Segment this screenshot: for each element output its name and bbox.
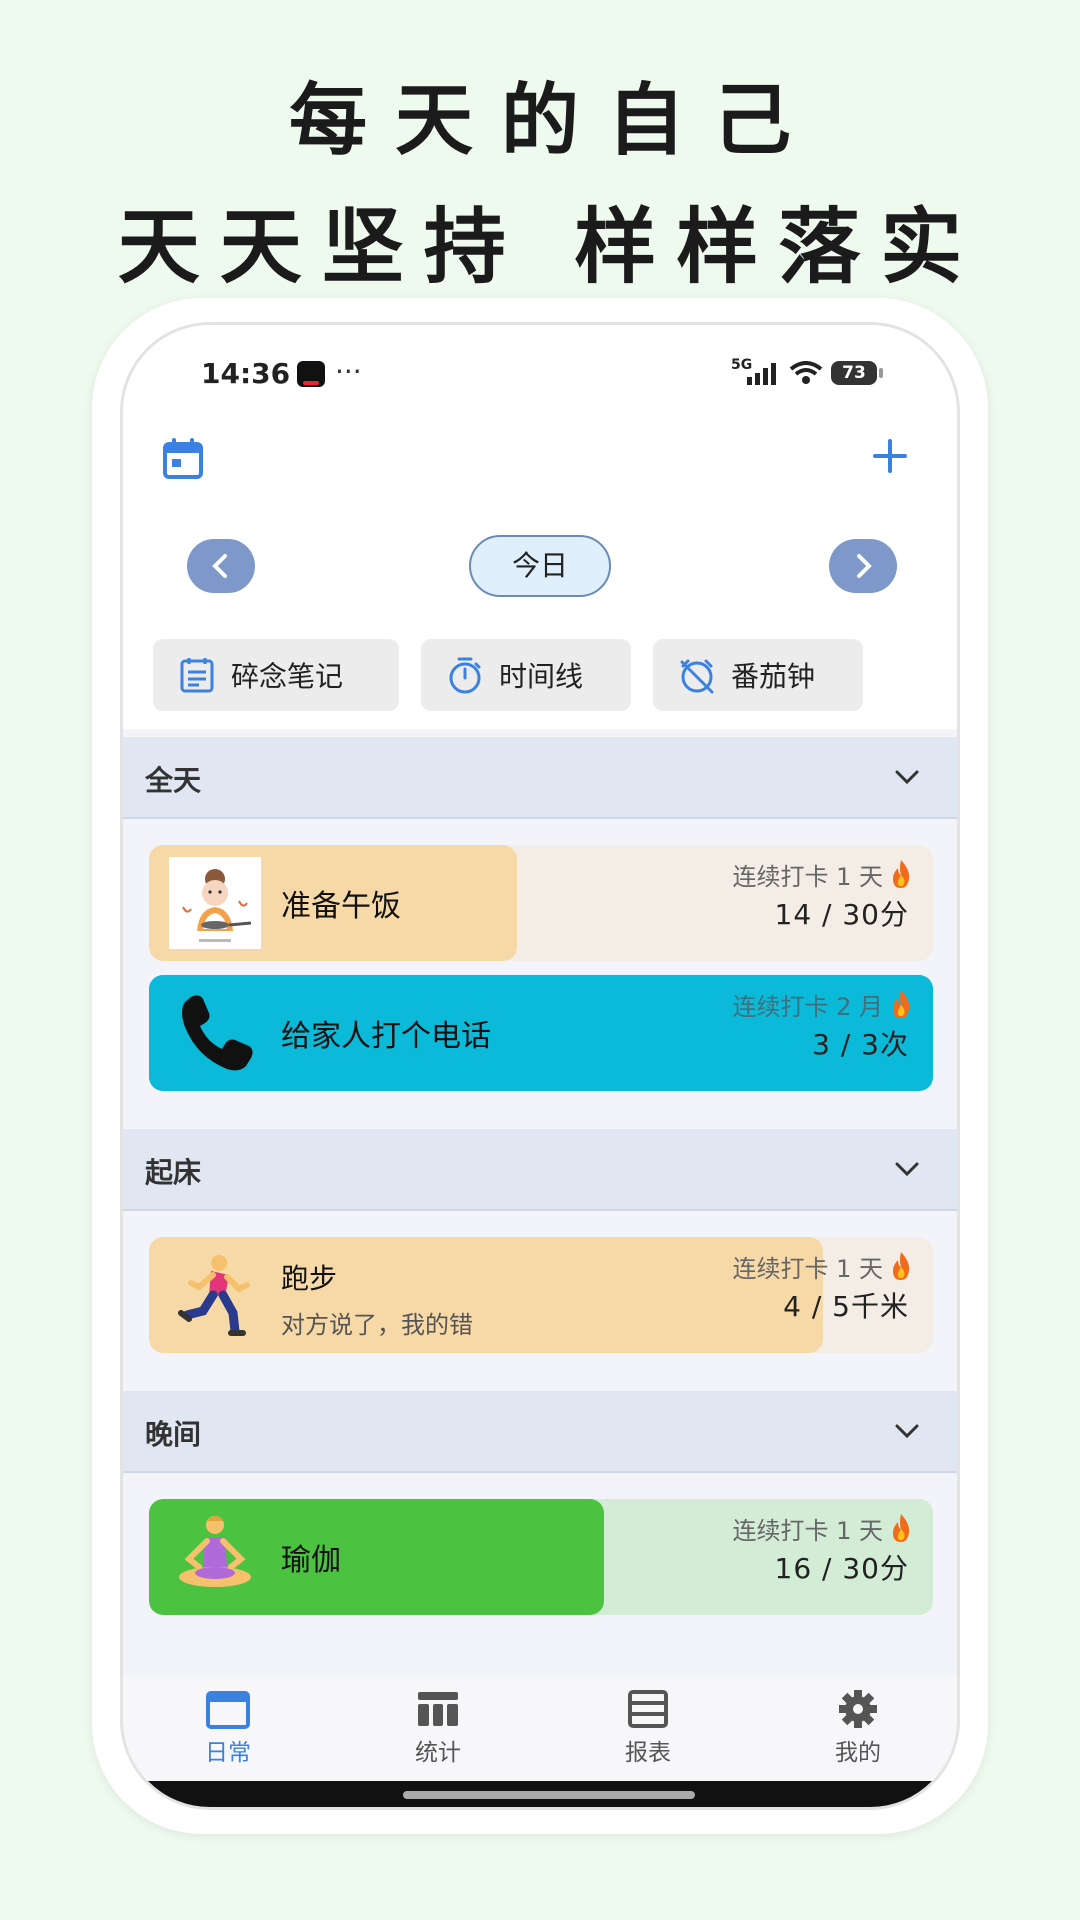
notes-label: 碎念笔记 [231,660,344,693]
app-notification-icon [297,361,325,387]
fire-icon [893,990,910,1018]
task-list: 全天 准备午饭 连续打卡 1 天 14 / 30分 给家人打个电话 连续打卡 2… [123,729,957,1677]
wifi-icon [789,361,823,384]
streak-label: 连续打卡 1 天 [732,1255,883,1283]
timer-off-icon [680,659,714,694]
streak-text: 连续打卡 1 天 [732,857,913,892]
task-name: 准备午饭 [281,889,401,924]
streak-label: 连续打卡 2 月 [732,993,883,1021]
cooking-illustration [169,857,261,949]
chevron-down-icon [895,1424,919,1439]
section-header-all-day[interactable]: 全天 [123,737,957,819]
tab-label: 报表 [625,1740,671,1766]
task-progress-count: 4 / 5千米 [783,1290,909,1323]
notes-icon [180,658,214,693]
headline-line-1: 每天的自己 [288,75,819,166]
yoga-icon [179,1516,251,1587]
streak-text: 连续打卡 2 月 [732,987,913,1022]
streak-text: 连续打卡 1 天 [732,1511,913,1546]
fire-icon [893,1252,910,1280]
phone-icon [182,995,253,1071]
task-name: 跑步 [281,1262,338,1295]
tab-label: 我的 [835,1740,881,1766]
task-card-running[interactable]: 跑步 对方说了，我的错 连续打卡 1 天 4 / 5千米 [149,1237,933,1353]
stopwatch-icon [449,657,481,694]
headline-line-2: 天天坚持 样样落实 [117,199,983,295]
section-header-evening[interactable]: 晚间 [123,1391,957,1473]
chevron-left-icon [212,554,227,578]
fire-icon [893,860,910,888]
section-title: 起床 [145,1156,202,1189]
chevron-right-icon [857,554,872,578]
pomodoro-button[interactable]: 番茄钟 [653,639,863,711]
today-button[interactable]: 今日 [469,535,611,597]
tab-reports[interactable]: 报表 [543,1677,753,1781]
fire-icon [893,1514,910,1542]
calendar-tab-icon [206,1691,250,1729]
runner-icon [178,1255,250,1336]
timeline-button[interactable]: 时间线 [421,639,631,711]
prev-day-button[interactable] [187,539,255,593]
task-name: 瑜伽 [281,1543,341,1578]
tab-profile[interactable]: 我的 [753,1677,957,1781]
timeline-label: 时间线 [499,660,584,693]
signal-icon [747,363,776,385]
task-progress-count: 3 / 3次 [812,1028,909,1061]
home-indicator[interactable] [403,1791,695,1799]
task-note: 对方说了，我的错 [281,1311,473,1339]
more-notifications-indicator: ··· [335,355,362,388]
notes-button[interactable]: 碎念笔记 [153,639,399,711]
streak-label: 连续打卡 1 天 [732,863,883,891]
chevron-down-icon [895,770,919,785]
task-card-lunch[interactable]: 准备午饭 连续打卡 1 天 14 / 30分 [149,845,933,961]
home-indicator-bar [139,1781,947,1807]
section-title: 全天 [145,764,202,797]
task-card-call-family[interactable]: 给家人打个电话 连续打卡 2 月 3 / 3次 [149,975,933,1091]
phone-screen: 14:36 ··· 5G 73 今日 碎念笔记 时间线 番茄钟 全天 准备午饭 … [120,322,960,1810]
task-name: 给家人打个电话 [281,1019,491,1054]
pomodoro-label: 番茄钟 [731,660,816,693]
chevron-down-icon [895,1162,919,1177]
next-day-button[interactable] [829,539,897,593]
tab-label: 统计 [415,1740,461,1766]
tab-statistics[interactable]: 统计 [333,1677,543,1781]
task-card-yoga[interactable]: 瑜伽 连续打卡 1 天 16 / 30分 [149,1499,933,1615]
task-progress-count: 14 / 30分 [774,898,909,931]
task-progress-count: 16 / 30分 [774,1552,909,1585]
table-icon [418,1692,458,1726]
status-bar: 14:36 ··· 5G 73 [123,355,957,399]
plus-icon[interactable] [865,431,915,481]
tab-daily[interactable]: 日常 [123,1677,333,1781]
gear-icon [839,1690,877,1728]
battery-indicator: 73 [831,361,883,385]
report-icon [628,1690,668,1728]
section-header-wake-up[interactable]: 起床 [123,1129,957,1211]
streak-label: 连续打卡 1 天 [732,1517,883,1545]
calendar-icon[interactable] [161,437,205,481]
status-time: 14:36 [201,357,291,390]
tab-label: 日常 [205,1740,251,1766]
bottom-tab-bar: 日常 统计 报表 我的 [123,1677,957,1781]
section-title: 晚间 [145,1418,202,1451]
streak-text: 连续打卡 1 天 [732,1249,913,1284]
